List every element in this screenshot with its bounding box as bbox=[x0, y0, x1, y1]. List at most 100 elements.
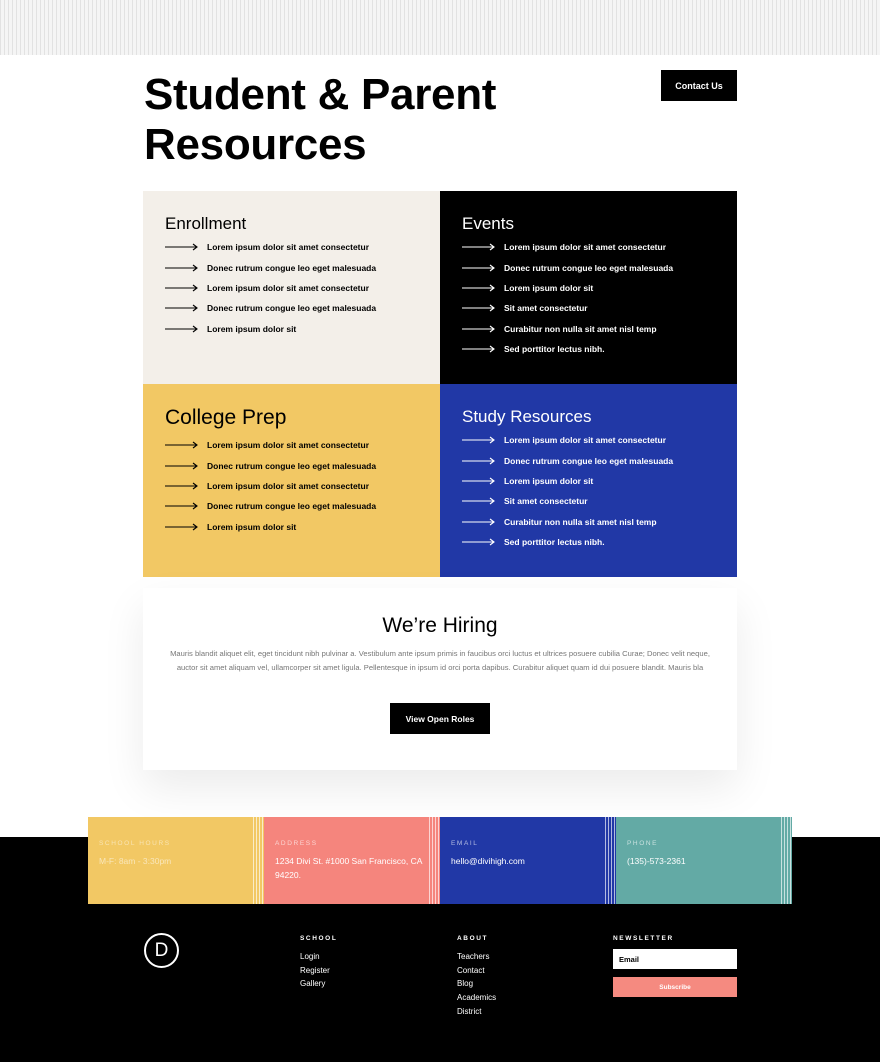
phone-link[interactable]: (135)-573-2361 bbox=[627, 854, 781, 868]
link-label: Sed porttitor lectus nibh. bbox=[504, 344, 605, 355]
link-label: Sit amet consectetur bbox=[504, 496, 588, 507]
info-card-school-hours: School Hours M-F: 8am - 3:30pm bbox=[88, 817, 264, 904]
contact-us-button[interactable]: Contact Us bbox=[661, 70, 737, 101]
arrow-right-icon bbox=[165, 502, 198, 510]
info-card-address: Address 1234 Divi St. #1000 San Francisc… bbox=[264, 817, 440, 904]
decorative-stripes bbox=[781, 817, 792, 904]
link-label: Lorem ipsum dolor sit bbox=[207, 323, 297, 334]
list-item[interactable]: Sit amet consectetur bbox=[462, 491, 673, 511]
list-item[interactable]: Sed porttitor lectus nibh. bbox=[462, 532, 673, 552]
arrow-right-icon bbox=[462, 497, 495, 505]
list-item[interactable]: Lorem ipsum dolor sit amet consectetur bbox=[165, 435, 376, 455]
resource-card-study-resources: Study Resources Lorem ipsum dolor sit am… bbox=[440, 384, 737, 577]
list-item[interactable]: Lorem ipsum dolor sit bbox=[165, 319, 376, 339]
card-title: Events bbox=[462, 214, 514, 233]
list-item[interactable]: Sit amet consectetur bbox=[462, 298, 673, 318]
list-item[interactable]: Lorem ipsum dolor sit bbox=[462, 278, 673, 298]
list-item[interactable]: Curabitur non nulla sit amet nisl temp bbox=[462, 319, 673, 339]
list-item[interactable]: Donec rutrum congue leo eget malesuada bbox=[165, 298, 376, 318]
arrow-right-icon bbox=[462, 457, 495, 465]
footer-link-teachers[interactable]: Teachers bbox=[457, 950, 496, 964]
link-label: Donec rutrum congue leo eget malesuada bbox=[207, 262, 377, 273]
footer-link-contact[interactable]: Contact bbox=[457, 964, 496, 978]
arrow-right-icon bbox=[165, 325, 198, 333]
arrow-right-icon bbox=[462, 518, 495, 526]
card-title: College Prep bbox=[165, 406, 287, 429]
footer-link-academics[interactable]: Academics bbox=[457, 991, 496, 1005]
list-item[interactable]: Donec rutrum congue leo eget malesuada bbox=[165, 496, 376, 516]
link-label: Lorem ipsum dolor sit bbox=[504, 282, 594, 293]
link-label: Lorem ipsum dolor sit amet consectetur bbox=[504, 435, 667, 446]
info-label: Address bbox=[275, 840, 318, 847]
decorative-top-banner bbox=[0, 0, 880, 55]
footer-link-district[interactable]: District bbox=[457, 1005, 496, 1019]
info-value: M-F: 8am - 3:30pm bbox=[99, 856, 172, 866]
link-label: Lorem ipsum dolor sit amet consectetur bbox=[207, 440, 370, 451]
link-label: Curabitur non nulla sit amet nisl temp bbox=[504, 516, 657, 527]
list-item[interactable]: Lorem ipsum dolor sit amet consectetur bbox=[462, 237, 673, 257]
list-item[interactable]: Lorem ipsum dolor sit amet consectetur bbox=[165, 278, 376, 298]
arrow-right-icon bbox=[462, 325, 495, 333]
arrow-right-icon bbox=[462, 243, 495, 251]
newsletter-email-input[interactable] bbox=[613, 949, 737, 969]
link-label: Sit amet consectetur bbox=[504, 303, 588, 314]
arrow-right-icon bbox=[165, 523, 198, 531]
list-item[interactable]: Lorem ipsum dolor sit amet consectetur bbox=[165, 476, 376, 496]
list-item[interactable]: Donec rutrum congue leo eget malesuada bbox=[165, 257, 376, 277]
link-label: Lorem ipsum dolor sit amet consectetur bbox=[207, 242, 370, 253]
footer-column-title: NEWSLETTER bbox=[613, 935, 674, 942]
list-item[interactable]: Lorem ipsum dolor sit amet consectetur bbox=[165, 237, 376, 257]
list-item[interactable]: Curabitur non nulla sit amet nisl temp bbox=[462, 512, 673, 532]
link-list: Lorem ipsum dolor sit amet consectetur D… bbox=[165, 237, 376, 339]
link-label: Lorem ipsum dolor sit bbox=[207, 521, 297, 532]
list-item[interactable]: Donec rutrum congue leo eget malesuada bbox=[165, 455, 376, 475]
footer-column-school: SCHOOL Login Register Gallery bbox=[300, 935, 337, 991]
contact-info-bar: School Hours M-F: 8am - 3:30pm Address 1… bbox=[88, 817, 792, 904]
view-open-roles-button[interactable]: View Open Roles bbox=[390, 703, 490, 734]
link-label: Donec rutrum congue leo eget malesuada bbox=[207, 303, 377, 314]
list-item[interactable]: Lorem ipsum dolor sit amet consectetur bbox=[462, 430, 673, 450]
footer-link-gallery[interactable]: Gallery bbox=[300, 977, 337, 991]
link-list: Lorem ipsum dolor sit amet consectetur D… bbox=[462, 237, 673, 359]
link-label: Lorem ipsum dolor sit amet consectetur bbox=[504, 242, 667, 253]
subscribe-button[interactable]: Subscribe bbox=[613, 977, 737, 997]
resource-card-college-prep: College Prep Lorem ipsum dolor sit amet … bbox=[143, 384, 440, 577]
arrow-right-icon bbox=[462, 264, 495, 272]
arrow-right-icon bbox=[462, 345, 495, 353]
list-item[interactable]: Sed porttitor lectus nibh. bbox=[462, 339, 673, 359]
arrow-right-icon bbox=[165, 264, 198, 272]
arrow-right-icon bbox=[165, 304, 198, 312]
link-list: Lorem ipsum dolor sit amet consectetur D… bbox=[165, 435, 376, 537]
link-label: Curabitur non nulla sit amet nisl temp bbox=[504, 323, 657, 334]
arrow-right-icon bbox=[165, 462, 198, 470]
list-item[interactable]: Donec rutrum congue leo eget malesuada bbox=[462, 450, 673, 470]
resource-card-enrollment: Enrollment Lorem ipsum dolor sit amet co… bbox=[143, 191, 440, 384]
page-title: Student & Parent Resources bbox=[144, 70, 497, 169]
card-title: Study Resources bbox=[462, 407, 592, 426]
card-title: Enrollment bbox=[165, 214, 247, 233]
hiring-card: We’re Hiring Mauris blandit aliquet elit… bbox=[143, 588, 737, 770]
info-label: Phone bbox=[627, 840, 659, 847]
divi-logo[interactable]: D bbox=[144, 933, 179, 968]
list-item[interactable]: Donec rutrum congue leo eget malesuada bbox=[462, 257, 673, 277]
link-label: Lorem ipsum dolor sit amet consectetur bbox=[207, 282, 370, 293]
list-item[interactable]: Lorem ipsum dolor sit bbox=[462, 471, 673, 491]
footer-link-register[interactable]: Register bbox=[300, 964, 337, 978]
arrow-right-icon bbox=[462, 284, 495, 292]
footer-column-about: ABOUT Teachers Contact Blog Academics Di… bbox=[457, 935, 496, 1019]
link-list: Lorem ipsum dolor sit amet consectetur D… bbox=[462, 430, 673, 552]
arrow-right-icon bbox=[165, 243, 198, 251]
footer-link-login[interactable]: Login bbox=[300, 950, 337, 964]
link-label: Lorem ipsum dolor sit bbox=[504, 475, 594, 486]
resources-grid: Enrollment Lorem ipsum dolor sit amet co… bbox=[143, 191, 737, 577]
email-link[interactable]: hello@divihigh.com bbox=[451, 854, 605, 868]
arrow-right-icon bbox=[165, 482, 198, 490]
link-label: Donec rutrum congue leo eget malesuada bbox=[504, 262, 674, 273]
info-label: Email bbox=[451, 840, 479, 847]
hiring-description: Mauris blandit aliquet elit, eget tincid… bbox=[170, 649, 710, 672]
footer-link-blog[interactable]: Blog bbox=[457, 977, 496, 991]
list-item[interactable]: Lorem ipsum dolor sit bbox=[165, 517, 376, 537]
info-card-phone: Phone (135)-573-2361 bbox=[616, 817, 792, 904]
link-label: Donec rutrum congue leo eget malesuada bbox=[504, 455, 674, 466]
link-label: Lorem ipsum dolor sit amet consectetur bbox=[207, 480, 370, 491]
